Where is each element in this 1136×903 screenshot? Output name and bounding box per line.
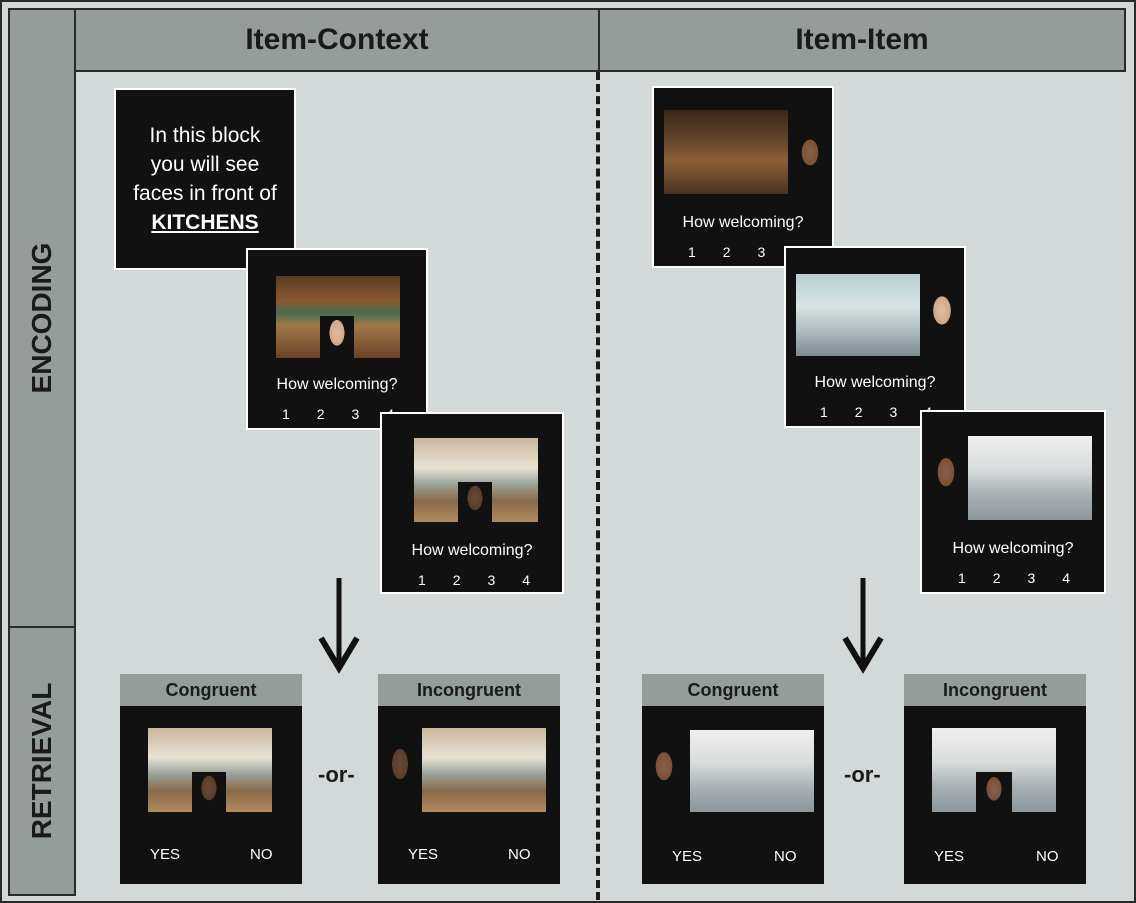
kitchen-photo <box>414 438 538 522</box>
instruction-line-3: faces in front of <box>133 182 277 205</box>
scale-4: 4 <box>1062 570 1070 586</box>
encoding-trial-card-2: How welcoming? 1 2 3 4 <box>380 412 564 594</box>
scale-3: 3 <box>351 406 360 422</box>
office-photo <box>690 730 814 812</box>
scale-3: 3 <box>1027 570 1036 586</box>
rating-scale: 1 2 3 4 <box>282 406 394 422</box>
header-item-context-label: Item-Context <box>245 23 429 56</box>
kitchen-photo <box>148 728 272 812</box>
retrieval-card-congruent-right: YES NO <box>642 706 824 884</box>
congruent-label-right: Congruent <box>642 674 824 706</box>
scale-2: 2 <box>316 406 325 422</box>
header-item-context: Item-Context <box>74 8 600 72</box>
encoding-trial-card-3: How welcoming? 1 2 3 4 <box>652 86 834 268</box>
encoding-label: ENCODING <box>26 242 57 394</box>
yes-option: YES <box>934 848 965 865</box>
question-text: How welcoming? <box>276 376 398 393</box>
scale-1: 1 <box>820 404 828 420</box>
or-label-left: -or- <box>318 762 355 787</box>
retrieval-card-incongruent-right: YES NO <box>904 706 1086 884</box>
incongruent-label-left: Incongruent <box>378 674 560 706</box>
scale-2: 2 <box>992 570 1001 586</box>
instruction-line-2: you will see <box>150 153 260 176</box>
no-option: NO <box>1036 848 1059 865</box>
scale-3: 3 <box>889 404 898 420</box>
sidebar-encoding: ENCODING <box>8 8 76 628</box>
instruction-card: In this block you will see faces in fron… <box>114 88 296 270</box>
face-photo <box>192 772 226 812</box>
face-photo <box>926 452 966 500</box>
congruent-label-left: Congruent <box>120 674 302 706</box>
encoding-trial-card-5: How welcoming? 1 2 3 4 <box>920 410 1106 594</box>
scale-3: 3 <box>757 244 766 260</box>
face-photo <box>320 316 354 358</box>
rating-scale: 1 2 3 4 <box>958 570 1070 586</box>
no-option: NO <box>250 846 273 863</box>
scale-1: 1 <box>282 406 290 422</box>
down-arrow-icon <box>318 578 360 674</box>
header-item-item: Item-Item <box>598 8 1126 72</box>
no-option: NO <box>774 848 797 865</box>
retrieval-card-congruent-left: YES NO <box>120 706 302 884</box>
scale-3: 3 <box>487 572 496 588</box>
no-option: NO <box>508 846 531 863</box>
face-photo <box>644 746 684 794</box>
scale-2: 2 <box>722 244 731 260</box>
retrieval-card-incongruent-left: YES NO <box>378 706 560 884</box>
face-photo <box>382 744 418 794</box>
rating-scale: 1 2 3 4 <box>820 404 932 420</box>
instruction-line-1: In this block <box>149 124 261 147</box>
face-photo <box>922 292 962 338</box>
rating-scale: 1 2 3 4 <box>418 572 530 588</box>
question-text: How welcoming? <box>682 214 804 231</box>
cafe-photo <box>664 110 788 194</box>
down-arrow-icon <box>842 578 884 674</box>
dashed-divider <box>596 72 600 900</box>
encoding-trial-card-1: How welcoming? 1 2 3 4 <box>246 248 428 430</box>
incongruent-label-right: Incongruent <box>904 674 1086 706</box>
living-room-photo <box>796 274 920 356</box>
scale-4: 4 <box>522 572 530 588</box>
face-photo <box>790 134 830 178</box>
scale-2: 2 <box>854 404 863 420</box>
face-photo <box>976 772 1012 812</box>
kitchen-photo <box>276 276 400 358</box>
scale-1: 1 <box>958 570 966 586</box>
yes-option: YES <box>150 846 181 863</box>
retrieval-label: RETRIEVAL <box>26 682 57 840</box>
question-text: How welcoming? <box>952 540 1074 557</box>
office-photo <box>932 728 1056 812</box>
question-text: How welcoming? <box>411 542 533 559</box>
encoding-trial-card-4: How welcoming? 1 2 3 4 <box>784 246 966 428</box>
sidebar-retrieval: RETRIEVAL <box>8 626 76 896</box>
yes-option: YES <box>408 846 439 863</box>
face-photo <box>458 482 492 522</box>
office-photo <box>968 436 1092 520</box>
scale-1: 1 <box>418 572 426 588</box>
header-item-item-label: Item-Item <box>795 23 929 56</box>
question-text: How welcoming? <box>814 374 936 391</box>
scale-1: 1 <box>688 244 696 260</box>
yes-option: YES <box>672 848 703 865</box>
kitchen-photo <box>422 728 546 812</box>
instruction-keyword: KITCHENS <box>151 211 259 234</box>
or-label-right: -or- <box>844 762 881 787</box>
scale-2: 2 <box>452 572 461 588</box>
